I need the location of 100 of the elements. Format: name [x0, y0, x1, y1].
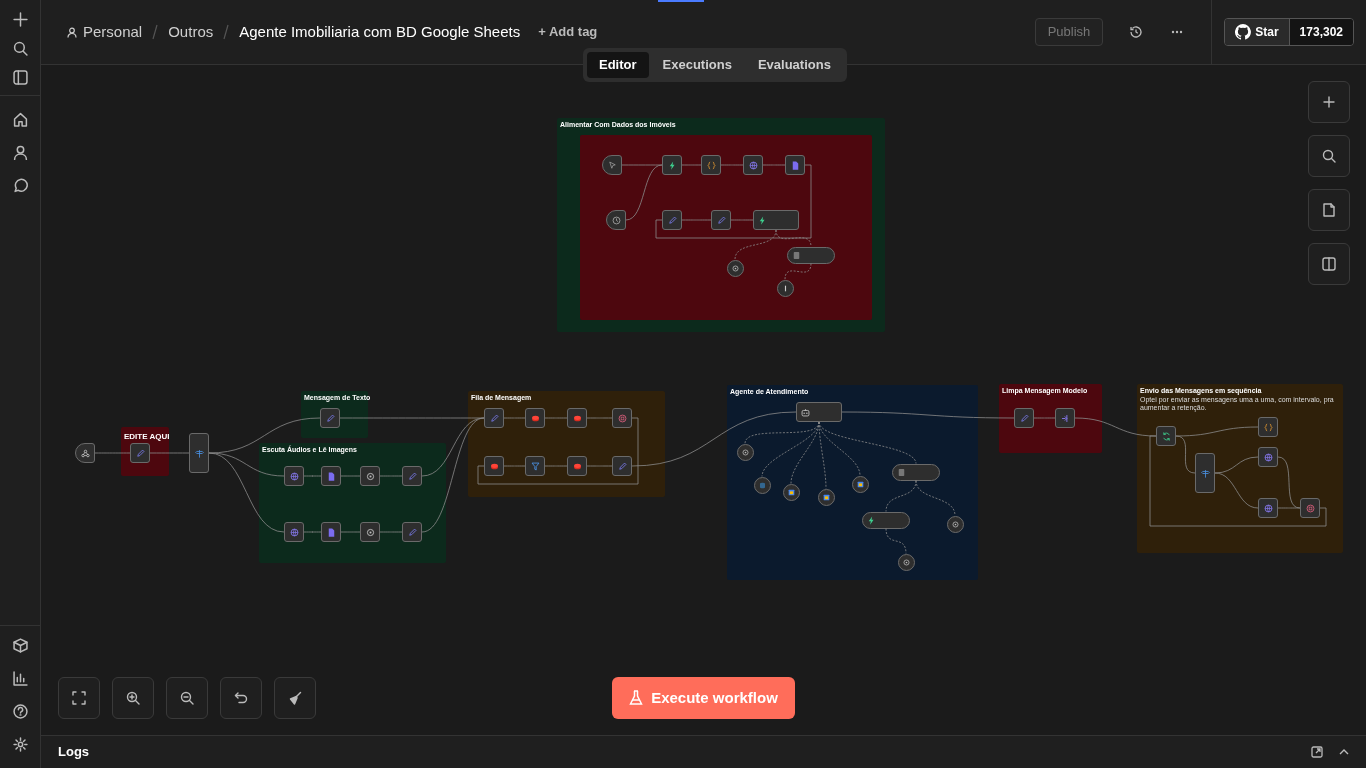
search-button[interactable]	[1308, 135, 1350, 177]
workflow-node[interactable]	[360, 466, 380, 486]
workflow-node[interactable]	[612, 408, 632, 428]
workflow-node[interactable]	[946, 515, 964, 533]
popout-icon[interactable]	[1311, 746, 1323, 758]
broom-button[interactable]	[274, 677, 316, 719]
workflow-node[interactable]	[817, 488, 835, 506]
workflow-node[interactable]	[796, 402, 842, 422]
workflow-node[interactable]	[321, 466, 341, 486]
pencil-icon	[134, 447, 146, 459]
logs-label[interactable]: Logs	[58, 742, 90, 762]
workflow-node[interactable]	[1156, 426, 1176, 446]
workflow-node[interactable]	[284, 522, 304, 542]
add-icon[interactable]	[12, 12, 28, 27]
workflow-node[interactable]	[402, 466, 422, 486]
zoom-in-button[interactable]	[112, 677, 154, 719]
pencil-icon	[406, 470, 418, 482]
workflow-node[interactable]	[402, 522, 422, 542]
chart-icon[interactable]	[12, 671, 28, 686]
globe-icon	[1262, 451, 1274, 463]
workflow-node[interactable]	[726, 259, 744, 277]
workflow-node[interactable]	[787, 246, 835, 264]
broom-icon	[288, 691, 302, 705]
cube-icon[interactable]	[12, 638, 28, 653]
workflow-node[interactable]	[567, 408, 587, 428]
workflow-node[interactable]	[612, 456, 632, 476]
signpost-icon	[1199, 467, 1211, 479]
connection-line	[1033, 417, 1056, 419]
tab[interactable]: Executions	[650, 52, 744, 78]
workflow-node[interactable]	[484, 456, 504, 476]
workflow-node[interactable]	[1300, 498, 1320, 518]
workflow-node[interactable]	[360, 522, 380, 542]
breadcrumb-link[interactable]: Outros	[168, 20, 214, 44]
chat-icon[interactable]	[12, 178, 28, 193]
user-icon[interactable]	[12, 145, 28, 160]
workflow-node[interactable]	[736, 443, 754, 461]
workflow-node[interactable]	[782, 483, 800, 501]
panel-button[interactable]	[1308, 243, 1350, 285]
sticky-note[interactable]: EDITE AQUI	[121, 427, 169, 476]
workflow-node[interactable]	[602, 155, 622, 175]
workflow-node[interactable]	[321, 522, 341, 542]
connection-line	[303, 475, 322, 477]
workflow-node[interactable]	[525, 408, 545, 428]
workflow-node[interactable]	[662, 210, 682, 230]
workflow-node[interactable]	[892, 463, 940, 481]
user-icon	[67, 26, 77, 38]
add-tag-button[interactable]: + Add tag	[538, 22, 598, 42]
workflow-node[interactable]	[776, 279, 794, 297]
braces-icon	[1262, 421, 1274, 433]
sticky-note-button[interactable]	[1308, 189, 1350, 231]
sticky-title: EDITE AQUI	[124, 432, 170, 442]
flask-icon	[629, 690, 644, 706]
filter-icon	[529, 460, 541, 472]
workflow-node[interactable]	[743, 155, 763, 175]
workflow-node[interactable]	[701, 155, 721, 175]
chevron-up-icon[interactable]	[1339, 749, 1349, 755]
zoom-in-icon	[126, 691, 140, 705]
workflow-node[interactable]	[711, 210, 731, 230]
zoom-out-button[interactable]	[166, 677, 208, 719]
workflow-node[interactable]	[897, 553, 915, 571]
undo-button[interactable]	[220, 677, 262, 719]
workflow-node[interactable]	[1258, 417, 1278, 437]
workflow-node[interactable]	[1258, 447, 1278, 467]
workflow-node[interactable]	[130, 443, 150, 463]
sticky-note-icon	[1322, 203, 1336, 217]
workflow-node[interactable]	[1258, 498, 1278, 518]
workflow-node[interactable]	[785, 155, 805, 175]
globe-icon	[288, 470, 300, 482]
workflow-node[interactable]	[606, 210, 626, 230]
swirl-icon	[950, 518, 960, 530]
workflow-node[interactable]	[75, 443, 95, 463]
workflow-node[interactable]	[1195, 453, 1215, 493]
workflow-node[interactable]	[320, 408, 340, 428]
workflow-node[interactable]	[1055, 408, 1075, 428]
workflow-node[interactable]	[525, 456, 545, 476]
fit-view-button[interactable]	[58, 677, 100, 719]
workflow-node[interactable]	[753, 210, 799, 230]
search-icon[interactable]	[12, 41, 28, 56]
more-icon[interactable]	[1171, 30, 1184, 34]
workflow-node[interactable]	[862, 511, 910, 529]
home-icon[interactable]	[12, 112, 28, 127]
workflow-node[interactable]	[662, 155, 682, 175]
zoom-in-button[interactable]	[1308, 81, 1350, 123]
workflow-node[interactable]	[484, 408, 504, 428]
workflow-node[interactable]	[189, 433, 209, 473]
history-icon[interactable]	[1129, 25, 1144, 39]
workflow-title[interactable]: Agente Imobiliaria com BD Google Sheets	[239, 20, 521, 44]
workflow-node[interactable]	[753, 476, 771, 494]
workflow-node[interactable]	[851, 475, 869, 493]
tab[interactable]: Editor	[587, 52, 649, 78]
workflow-node[interactable]	[567, 456, 587, 476]
sticky-note[interactable]	[580, 135, 872, 320]
tab[interactable]: Evaluations	[745, 52, 843, 78]
help-icon[interactable]	[12, 704, 28, 719]
sidebar-toggle-icon[interactable]	[12, 70, 28, 85]
github-star-button[interactable]: Star 173,302	[1224, 18, 1354, 46]
breadcrumb-link[interactable]: Personal	[83, 20, 143, 44]
workflow-node[interactable]	[1014, 408, 1034, 428]
workflow-node[interactable]	[284, 466, 304, 486]
settings-icon[interactable]	[12, 737, 28, 752]
